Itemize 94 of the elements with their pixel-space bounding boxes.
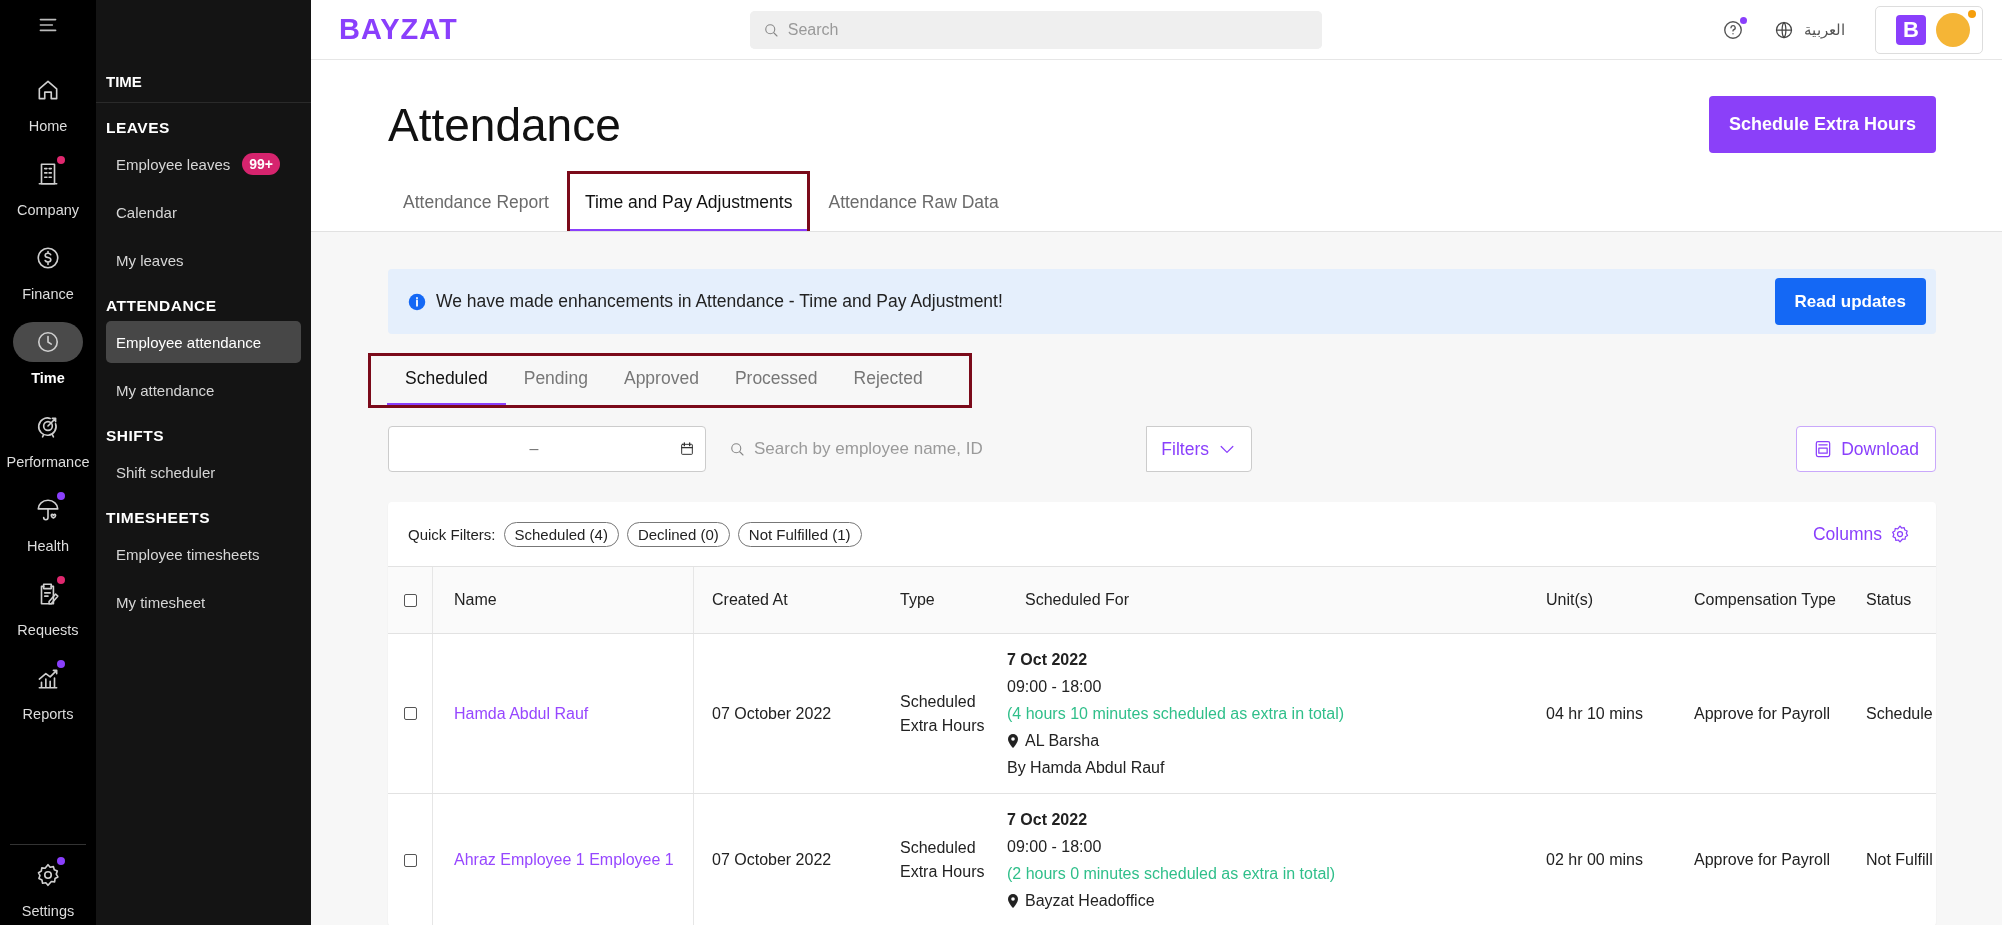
download-button[interactable]: Download [1796, 426, 1936, 472]
banner-text: We have made enhancements in Attendance - Time and Pay Adjustment! [436, 291, 1004, 312]
avatar [1936, 12, 1970, 47]
info-icon [408, 292, 426, 311]
nav-item[interactable]: Reports [0, 658, 96, 742]
column-header: Scheduled For [1024, 591, 1131, 609]
checkbox[interactable] [403, 853, 417, 867]
column-header: Compensation Type [1693, 591, 1837, 609]
clock-icon [35, 329, 61, 355]
nav-item[interactable]: Requests [0, 574, 96, 658]
schedule-button[interactable]: Schedule Extra Hours [1708, 96, 1936, 153]
checkbox[interactable] [403, 593, 417, 607]
nav-item[interactable]: Health [0, 490, 96, 574]
read-updates-button[interactable]: Read updates [1774, 278, 1926, 325]
table-cell-text: 02 hr 00 mins [1545, 851, 1644, 869]
filter-chip[interactable]: Declined (0) [626, 521, 730, 547]
schedule-date: 7 Oct 2022 [1007, 651, 1088, 668]
menu-item[interactable]: My leaves [106, 239, 301, 281]
columns-button[interactable]: Columns [1806, 523, 1916, 545]
language-button[interactable]: العربية [1768, 18, 1851, 41]
account-switcher[interactable]: B [1875, 5, 1983, 54]
gear-icon [35, 862, 61, 888]
column-header: Name [433, 567, 694, 633]
menu-item[interactable]: My timesheet [106, 581, 301, 623]
nav-item[interactable]: Settings [0, 855, 96, 925]
nav-item[interactable]: Company [0, 154, 96, 238]
nav-item[interactable]: Performance [0, 406, 96, 490]
created-by-text: By Hamda Abdul Rauf [1007, 759, 1165, 776]
nav-item[interactable]: Finance [0, 238, 96, 322]
menu-item-label: Employee leaves [116, 155, 231, 173]
table-cell-text: Approve for Payroll [1693, 851, 1832, 869]
nav-item[interactable]: Home [0, 70, 96, 154]
menu-item[interactable]: My attendance [106, 369, 301, 411]
status-tab[interactable]: Pending [505, 368, 606, 405]
group-heading: TIMESHEETS [106, 509, 212, 527]
search-icon [728, 440, 746, 458]
column-header: Created At [711, 591, 789, 609]
filter-chip[interactable]: Scheduled (4) [503, 521, 619, 547]
tab[interactable]: Attendance Report [385, 171, 567, 231]
status-text: Schedule [1866, 704, 1934, 723]
help-icon [1722, 18, 1744, 41]
employee-search-field[interactable]: Search by employee name, ID [716, 426, 1147, 472]
filter-chip[interactable]: Not Fulfilled (1) [737, 521, 862, 547]
brand-logo[interactable]: BAYZAT [339, 13, 458, 46]
status-tab[interactable]: Approved [605, 368, 717, 405]
count-badge: 99+ [242, 153, 280, 175]
schedule-time: 09:00 - 18:00 [1007, 838, 1102, 855]
date-range-field[interactable]: – [388, 426, 706, 472]
status-tab[interactable]: Processed [716, 368, 836, 405]
quick-filters-label: Quick Filters: [408, 525, 496, 543]
location-pin-icon [1007, 893, 1019, 908]
table-cell-text: 07 October 2022 [711, 851, 833, 869]
globe-icon [1774, 19, 1794, 40]
table-cell-text: 04 hr 10 mins [1545, 704, 1644, 723]
table-cell-text: 07 October 2022 [711, 704, 833, 723]
menu-item[interactable]: Employee timesheets [106, 533, 301, 575]
extra-hours-note: (4 hours 10 minutes scheduled as extra in total) [1007, 705, 1345, 722]
menu-item[interactable]: Calendar [106, 191, 301, 233]
location-text: Bayzat Headoffice [1025, 891, 1155, 911]
status-tab[interactable]: Rejected [835, 368, 941, 405]
page-title: Attendance [388, 97, 621, 152]
umbrella-icon [35, 497, 61, 523]
group-heading: SHIFTS [106, 427, 166, 445]
calendar-icon [679, 441, 695, 457]
status-text: Not Fulfill [1866, 851, 1934, 869]
extra-hours-note: (2 hours 0 minutes scheduled as extra in total) [1007, 865, 1336, 882]
checkbox[interactable] [403, 707, 417, 720]
column-header: Unit(s) [1545, 591, 1595, 609]
location-text: AL Barsha [1025, 731, 1100, 751]
schedule-time: 09:00 - 18:00 [1007, 678, 1102, 695]
group-heading: ATTENDANCE [106, 297, 218, 315]
table-cell-text: Approve for Payroll [1693, 704, 1832, 723]
nav-item[interactable]: Time [0, 322, 96, 406]
column-header: Status [1866, 591, 1913, 609]
dollar-icon [35, 245, 61, 271]
help-button[interactable] [1722, 18, 1744, 41]
tab[interactable]: Time and Pay Adjustments [566, 171, 811, 231]
location-pin-icon [1007, 733, 1019, 748]
schedule-date: 7 Oct 2022 [1007, 811, 1088, 828]
tab[interactable]: Attendance Raw Data [810, 171, 1017, 231]
employee-link[interactable]: Ahraz Employee 1 Employee 1 [454, 851, 674, 869]
menu-item[interactable]: Shift scheduler [106, 451, 301, 493]
gear-icon [1890, 524, 1910, 544]
company-logo: B [1896, 14, 1926, 45]
search-field[interactable]: Search [749, 10, 1322, 49]
column-header: Type [899, 591, 936, 609]
group-heading: LEAVES [106, 119, 171, 137]
menu-item[interactable]: Employee leaves 99+ [106, 143, 301, 185]
table-cell-text: Scheduled Extra Hours [899, 691, 986, 736]
table-cell-text: Scheduled Extra Hours [899, 838, 986, 882]
status-tab[interactable]: Scheduled [387, 368, 506, 405]
menu-item[interactable]: Employee attendance [106, 321, 301, 363]
filters-button[interactable]: Filters [1146, 426, 1252, 472]
employee-link[interactable]: Hamda Abdul Rauf [454, 704, 589, 723]
